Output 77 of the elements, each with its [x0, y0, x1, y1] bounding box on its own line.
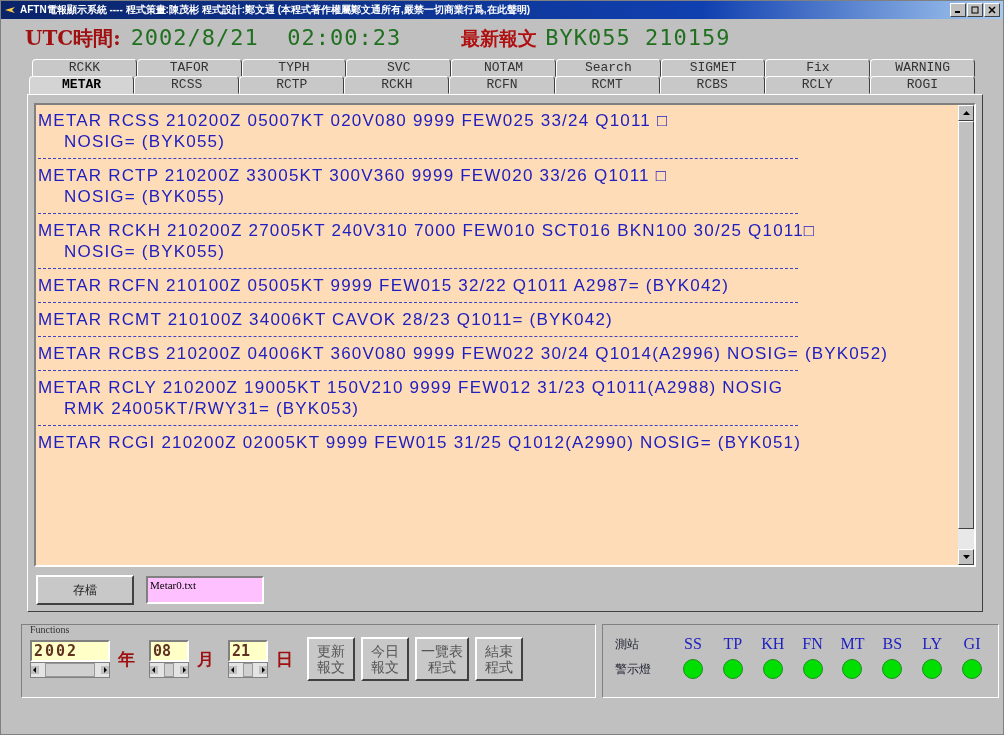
- tab[interactable]: NOTAM: [451, 59, 556, 77]
- left-arrow-icon: [31, 666, 39, 674]
- tab[interactable]: RCBS: [659, 76, 765, 94]
- date-scrollbar[interactable]: [228, 662, 268, 678]
- function-button[interactable]: 更新 報文: [307, 637, 355, 681]
- date-scrollbar[interactable]: [30, 662, 110, 678]
- close-button[interactable]: [984, 3, 1000, 17]
- tab[interactable]: Search: [555, 59, 661, 77]
- window-title: AFTN電報顯示系統 ---- 程式策畫:陳茂彬 程式設計:鄭文通 (本程式著作權屬鄭文通所有,嚴禁一切商業行爲,在此聲明): [20, 3, 531, 17]
- report-line: NOSIG= (BYK055): [63, 241, 227, 262]
- tab[interactable]: RCMT: [554, 76, 660, 94]
- report-line: METAR RCSS 210200Z 05007KT 020V080 9999 FEW025 33/24 Q1011 □: [38, 110, 670, 131]
- report-line: NOSIG= (BYK055): [63, 186, 227, 207]
- right-arrow-icon: [101, 666, 109, 674]
- station-code: KH: [761, 635, 785, 653]
- right-arrow-icon: [259, 666, 267, 674]
- tab[interactable]: RCFN: [449, 76, 555, 94]
- tab[interactable]: RCSS: [134, 76, 240, 94]
- maximize-button[interactable]: [967, 3, 983, 17]
- station-label: 測站: [615, 635, 639, 653]
- scroll-up-button[interactable]: [958, 105, 974, 121]
- tab[interactable]: RCKH: [344, 76, 450, 94]
- date-field[interactable]: 2002: [30, 640, 110, 662]
- station-code: FN: [802, 635, 823, 653]
- file-name-field[interactable]: Metar0.txt: [146, 576, 264, 604]
- tab[interactable]: TYPH: [241, 59, 347, 77]
- tab[interactable]: METAR: [29, 76, 135, 94]
- report-line: METAR RCBS 210200Z 04006KT 360V080 9999 FEW022 30/24 Q1014(A2996) NOSIG= (BYK052): [38, 343, 890, 364]
- tab[interactable]: SVC: [346, 59, 452, 77]
- close-icon: [988, 6, 996, 14]
- station-code: TP: [723, 635, 743, 653]
- tab[interactable]: RCKK: [32, 59, 137, 77]
- station-code: LY: [922, 635, 943, 653]
- report-line: METAR RCKH 210200Z 27005KT 240V310 7000 FEW010 SCT016 BKN100 30/25 Q1011□: [38, 220, 817, 241]
- up-arrow-icon: [962, 111, 970, 115]
- minimize-button[interactable]: [950, 3, 966, 17]
- right-arrow-icon: [180, 666, 188, 674]
- save-button[interactable]: 存檔: [36, 575, 134, 605]
- report-line: RMK 24005KT/RWY31= (BYK053): [63, 398, 361, 419]
- function-button[interactable]: 今日 報文: [361, 637, 409, 681]
- tab[interactable]: TAFOR: [136, 59, 242, 77]
- station-code: BS: [882, 635, 903, 653]
- station-code: GI: [963, 635, 981, 653]
- date-unit: 日: [276, 647, 293, 671]
- tab[interactable]: ROGI: [869, 76, 975, 94]
- report-line: METAR RCFN 210100Z 05005KT 9999 FEW015 32/22 Q1011 A2987= (BYK042): [38, 275, 731, 296]
- tab[interactable]: SIGMET: [660, 59, 766, 77]
- group-title: Functions: [30, 624, 71, 635]
- warning-lamp-label: 警示燈: [615, 660, 651, 678]
- date-field[interactable]: 21: [228, 640, 268, 662]
- tab[interactable]: Fix: [765, 59, 871, 77]
- date-field[interactable]: 08: [149, 640, 189, 662]
- station-code: SS: [684, 635, 702, 653]
- utc-label: UTC時間:: [25, 25, 121, 52]
- maximize-icon: [971, 6, 979, 14]
- date-unit: 年: [118, 647, 135, 671]
- left-arrow-icon: [229, 666, 237, 674]
- app-icon: [4, 5, 16, 15]
- latest-message-id: BYK055 210159: [545, 25, 731, 50]
- date-unit: 月: [197, 647, 214, 671]
- report-line: METAR RCGI 210200Z 02005KT 9999 FEW015 31/25 Q1012(A2990) NOSIG= (BYK051): [38, 432, 803, 453]
- tab[interactable]: WARNING: [870, 59, 976, 77]
- date-scrollbar[interactable]: [149, 662, 189, 678]
- utc-time: 2002/8/21 02:00:23: [130, 25, 402, 50]
- report-line: NOSIG= (BYK055): [63, 131, 227, 152]
- report-line: METAR RCLY 210200Z 19005KT 150V210 9999 FEW012 31/23 Q1011(A2988) NOSIG: [38, 377, 785, 398]
- scroll-down-button[interactable]: [958, 549, 974, 565]
- report-line: METAR RCMT 210100Z 34006KT CAVOK 28/23 Q1011= (BYK042): [38, 309, 614, 330]
- down-arrow-icon: [962, 555, 970, 559]
- tab[interactable]: RCTP: [239, 76, 345, 94]
- report-line: METAR RCTP 210200Z 33005KT 300V360 9999 FEW020 33/26 Q1011 □: [38, 165, 669, 186]
- left-arrow-icon: [150, 666, 158, 674]
- function-button[interactable]: 一覽表 程式: [415, 637, 469, 681]
- latest-message-label: 最新報文: [461, 26, 538, 51]
- function-button[interactable]: 結束 程式: [475, 637, 523, 681]
- station-code: MT: [840, 635, 865, 653]
- tab[interactable]: RCLY: [764, 76, 870, 94]
